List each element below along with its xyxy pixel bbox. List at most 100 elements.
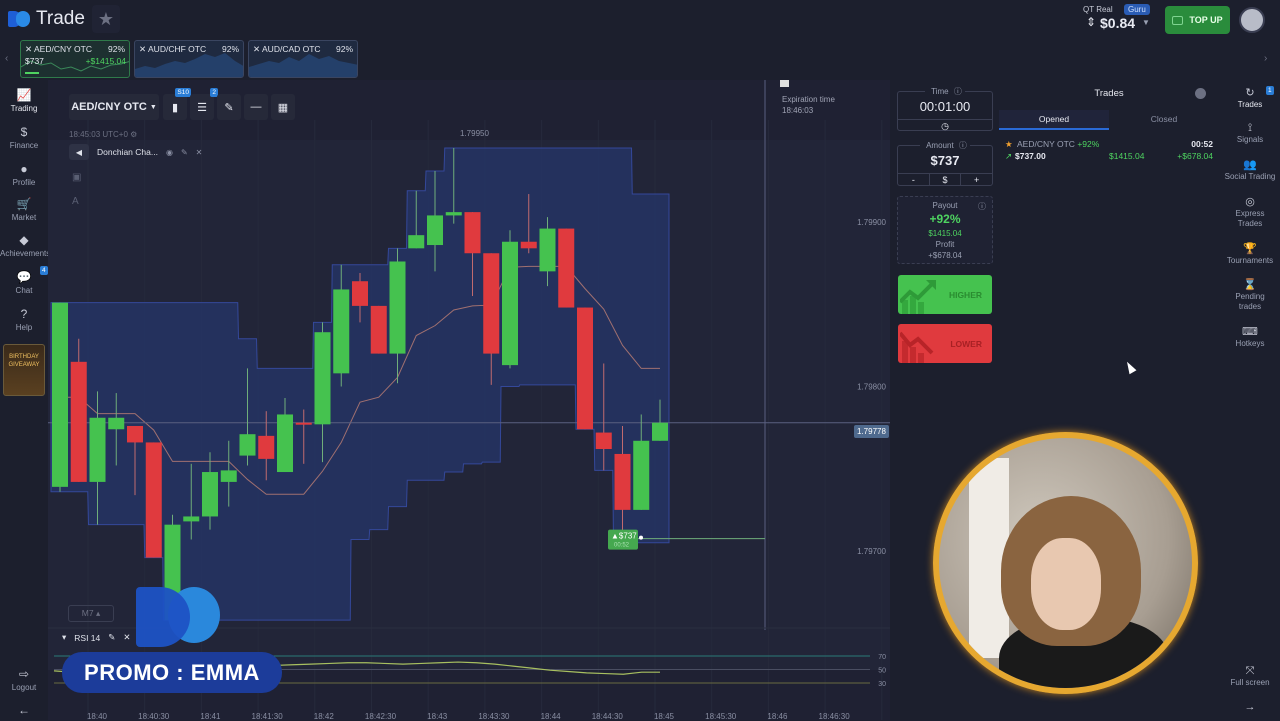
rightnav-social-trading[interactable]: 👥 Social Trading bbox=[1220, 160, 1280, 182]
amount-field[interactable]: Amount ⓘ $737 - $ + bbox=[897, 141, 993, 186]
close-icon[interactable]: ✕ bbox=[123, 632, 130, 643]
text-tool-icon[interactable]: A bbox=[72, 196, 79, 207]
sidebar-item-profile[interactable]: ● Profile bbox=[0, 162, 48, 187]
rsi-level-label: 30 bbox=[878, 681, 886, 688]
asset-tab-aud-cad[interactable]: ✕ AUD/CAD OTC 92% bbox=[248, 40, 358, 78]
rightnav-express-trades[interactable]: ◎ Express Trades bbox=[1220, 197, 1280, 229]
trades-badge: 1 bbox=[1266, 86, 1274, 95]
candle-body bbox=[483, 253, 500, 354]
candle-body bbox=[520, 241, 537, 249]
tab-closed[interactable]: Closed bbox=[1109, 110, 1219, 130]
trade-list-item[interactable]: ★ AED/CNY OTC +92% 00:52 ↗ $737.00 $1415… bbox=[1003, 139, 1215, 165]
layout-button[interactable]: ▦ bbox=[271, 94, 295, 120]
rightnav-label: Trades bbox=[1237, 100, 1263, 109]
favorites-star-button[interactable]: ★ bbox=[92, 5, 120, 33]
sidebar-label: Help bbox=[15, 323, 33, 332]
asset-close-name: ✕ AUD/CHF OTC bbox=[139, 44, 207, 54]
account-balance-selector[interactable]: QT Real Guru ⇕ $0.84 ▼ bbox=[1080, 3, 1156, 37]
candle-body bbox=[202, 472, 218, 517]
bar-chart-icon: ▮ bbox=[171, 101, 179, 114]
sidebar-label: Trading bbox=[10, 104, 38, 113]
trend-down-icon bbox=[900, 331, 934, 363]
timeframe-selector[interactable]: M7 ▴ bbox=[68, 605, 114, 622]
sidebar-item-help[interactable]: ? Help bbox=[0, 307, 48, 332]
increase-amount-button[interactable]: + bbox=[961, 174, 992, 186]
lower-button[interactable]: LOWER bbox=[898, 324, 992, 363]
rightnav-tournaments[interactable]: 🏆 Tournaments bbox=[1220, 244, 1280, 266]
rightnav-label: Pending trades bbox=[1235, 292, 1265, 311]
tab-opened[interactable]: Opened bbox=[999, 110, 1109, 130]
chart-type-button[interactable]: ▮ S10 bbox=[163, 88, 191, 120]
asset-tab-aed-cny[interactable]: ✕ AED/CNY OTC 92% $737 +$1415.04 bbox=[20, 40, 130, 78]
expiration-flag bbox=[780, 80, 789, 87]
star-icon[interactable]: ★ bbox=[1005, 139, 1013, 150]
candle-body bbox=[464, 212, 481, 254]
pencil-icon[interactable]: ✎ bbox=[108, 632, 115, 643]
birthday-giveaway-tile[interactable]: BIRTHDAY GIVEAWAY bbox=[3, 344, 45, 396]
sidebar-label: Market bbox=[11, 213, 37, 222]
higher-button[interactable]: HIGHER bbox=[898, 275, 992, 314]
sidebar-item-achievements[interactable]: ◆ Achievements bbox=[0, 233, 50, 258]
trade-time-left: 00:52 bbox=[1191, 139, 1213, 149]
arrow-right-icon: → bbox=[1244, 701, 1256, 713]
gear-icon[interactable]: ⚙ bbox=[130, 130, 137, 139]
chat-badge: 4 bbox=[40, 266, 48, 275]
candle-body bbox=[89, 417, 106, 482]
sidebar-label: Finance bbox=[9, 141, 39, 150]
fullscreen-button[interactable]: ⤧ Full screen bbox=[1220, 666, 1280, 688]
payout-percent: +92% bbox=[929, 212, 961, 226]
screenshot-icon[interactable]: ▣ bbox=[72, 172, 81, 183]
user-avatar[interactable] bbox=[1239, 7, 1265, 33]
candle-body bbox=[427, 215, 443, 246]
candle-body bbox=[295, 422, 312, 425]
collapse-left-button[interactable]: ← bbox=[0, 703, 48, 719]
sidebar-item-finance[interactable]: $ Finance bbox=[0, 125, 48, 150]
asset-tab-aud-chf[interactable]: ✕ AUD/CHF OTC 92% bbox=[134, 40, 244, 78]
time-field[interactable]: Time ⓘ 00:01:00 ◷ bbox=[897, 87, 993, 131]
people-icon: 👥 bbox=[1243, 159, 1257, 171]
rightnav-signals[interactable]: ⟟ Signals bbox=[1220, 123, 1280, 145]
candle-body bbox=[408, 235, 425, 249]
candle-body bbox=[352, 281, 368, 306]
candle-body bbox=[239, 434, 256, 456]
promo-line: BIRTHDAY bbox=[9, 354, 39, 360]
switch-account-icon: ⇕ bbox=[1086, 15, 1097, 29]
collapse-legend-button[interactable]: ◀ bbox=[69, 144, 89, 160]
candle-body bbox=[333, 289, 350, 374]
indicator-legend: ◀ Donchian Cha... ◉ ✎ ✕ bbox=[69, 144, 202, 160]
rightnav-pending-trades[interactable]: ⌛ Pending trades bbox=[1220, 280, 1280, 312]
sidebar-item-market[interactable]: 🛒 Market bbox=[0, 197, 48, 222]
decrease-amount-button[interactable]: - bbox=[898, 174, 930, 186]
asset-close-name: ✕ AUD/CAD OTC bbox=[253, 44, 321, 54]
pair-selector[interactable]: AED/CNY OTC ▼ bbox=[69, 94, 159, 120]
logo[interactable]: Trade bbox=[8, 8, 85, 30]
chevron-down-icon[interactable]: ▾ bbox=[62, 632, 66, 643]
eye-icon[interactable]: ◉ bbox=[166, 148, 173, 157]
pencil-icon[interactable]: ✎ bbox=[181, 148, 188, 157]
help-icon[interactable]: ⓘ bbox=[978, 201, 986, 212]
chevron-left-icon[interactable]: ‹ bbox=[5, 53, 8, 64]
drawing-tools-button[interactable]: ✎ bbox=[217, 94, 241, 120]
amount-value[interactable]: $737 bbox=[898, 153, 992, 168]
rightnav-hotkeys[interactable]: ⌨ Hotkeys bbox=[1220, 327, 1280, 349]
indicators-button[interactable]: ☰ 2 bbox=[190, 88, 218, 120]
diamond-icon: ◆ bbox=[19, 233, 29, 247]
line-tool-button[interactable]: — bbox=[244, 94, 268, 120]
fullscreen-label: Full screen bbox=[1230, 678, 1270, 687]
collapse-right-button[interactable]: → bbox=[1220, 702, 1280, 714]
time-label: Time ⓘ bbox=[925, 87, 965, 96]
payout-box: Payout ⓘ +92% $1415.04 Profit +$678.04 bbox=[897, 196, 993, 264]
close-icon[interactable]: ✕ bbox=[196, 148, 203, 157]
chevron-right-icon[interactable]: › bbox=[1264, 53, 1267, 64]
sidebar-item-trading[interactable]: 📈 Trading bbox=[0, 88, 48, 113]
menu-icon[interactable] bbox=[1195, 88, 1206, 99]
y-tick-label: 1.79900 bbox=[857, 218, 886, 227]
logout-button[interactable]: ⇨ Logout bbox=[0, 667, 48, 692]
candle-body bbox=[577, 307, 593, 430]
help-icon: ? bbox=[20, 307, 28, 321]
arrow-left-icon: ← bbox=[18, 703, 30, 717]
clock-icon[interactable]: ◷ bbox=[898, 119, 992, 131]
currency-toggle-button[interactable]: $ bbox=[930, 174, 962, 186]
asset-tabs-bar: ‹ ✕ AED/CNY OTC 92% $737 +$1415.04 ✕ AUD… bbox=[0, 40, 1280, 80]
top-up-button[interactable]: TOP UP bbox=[1165, 6, 1230, 34]
